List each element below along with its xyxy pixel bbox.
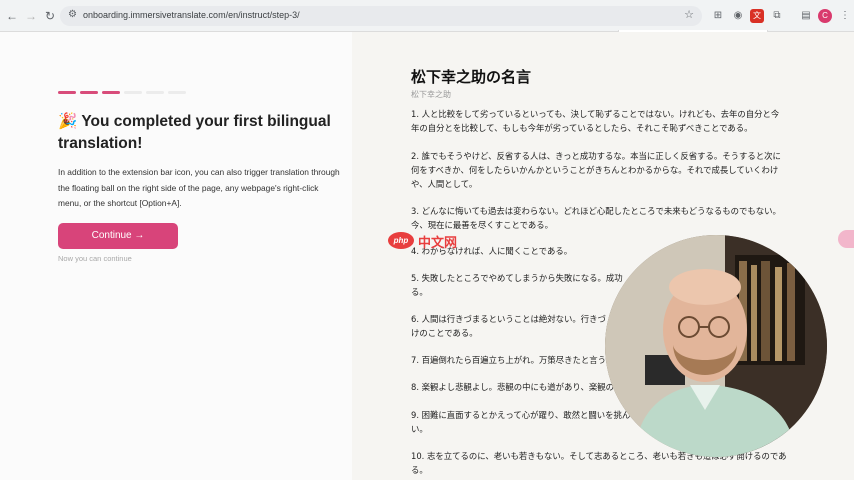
profile-avatar[interactable]: C	[818, 9, 832, 23]
party-popper-icon: 🎉	[58, 113, 78, 130]
page-title: 🎉 You completed your first bilingual tra…	[58, 111, 338, 155]
webcam-feed-image	[605, 235, 827, 457]
progress-step	[102, 91, 120, 94]
continue-button[interactable]: Continue →	[58, 223, 178, 249]
progress-step	[80, 91, 98, 94]
address-bar[interactable]: ⚙ onboarding.immersivetranslate.com/en/i…	[60, 6, 702, 26]
watermark-text: 中文网	[418, 235, 458, 250]
description: In addition to the extension bar icon, y…	[58, 167, 340, 208]
menu-kebab-icon[interactable]: ⋮	[838, 9, 852, 23]
translate-floating-ball[interactable]	[838, 230, 854, 248]
progress-step	[124, 91, 142, 94]
site-info-icon[interactable]: ⚙	[68, 9, 77, 20]
immersive-translate-icon[interactable]: 文	[750, 9, 764, 23]
quote-line: 3. どんなに悔いても過去は変わらない。どれほど心配したところで未来もどうなるも…	[411, 206, 781, 216]
browser-toolbar: ← → ↻ ⚙ onboarding.immersivetranslate.co…	[0, 0, 854, 32]
quote-item: 1. 人と比較をして劣っているといっても、決して恥ずることではない。けれども、去…	[411, 107, 791, 135]
progress-step	[146, 91, 164, 94]
quote-line: 何をすべきか、何をしたらいかんかということがきちんとわかるからな。それで成長して…	[411, 165, 779, 175]
record-icon[interactable]: ◉	[731, 9, 745, 23]
url-text: onboarding.immersivetranslate.com/en/ins…	[83, 10, 300, 20]
back-icon[interactable]: ←	[5, 9, 19, 23]
quote-line: 2. 誰でもそうやけど、反省する人は、きっと成功するな。本当に正しく反省する。そ…	[411, 151, 781, 161]
reload-icon[interactable]: ↻	[43, 9, 57, 23]
step-progress	[58, 81, 190, 99]
title-text: You completed your first bilingual trans…	[58, 113, 331, 152]
watermark-logo: php	[388, 232, 414, 249]
tab-search-icon[interactable]: ▤	[799, 9, 813, 23]
onboarding-panel: 🎉 You completed your first bilingual tra…	[0, 32, 352, 480]
quote-line: や、人間として。	[411, 179, 478, 189]
quote-line: 年の自分とを比較して、もしも今年が劣っているとしたら、それこそ恥ずべきことである…	[411, 123, 753, 133]
presenter-webcam	[605, 235, 827, 457]
extension-icon[interactable]: ⊞	[711, 9, 725, 23]
progress-step	[168, 91, 186, 94]
quote-item: 3. どんなに悔いても過去は変わらない。どれほど心配したところで未来もどうなるも…	[411, 204, 791, 232]
forward-icon[interactable]: →	[24, 9, 38, 23]
extensions-puzzle-icon[interactable]: ⧉	[770, 9, 784, 23]
progress-step	[58, 91, 76, 94]
quote-line: 1. 人と比較をして劣っているといっても、決して恥ずることではない。けれども、去…	[411, 109, 780, 119]
quote-line: 今、現在に最善を尽くすことである。	[411, 220, 554, 230]
article-author: 松下幸之助	[411, 90, 451, 99]
site-watermark: php 中文网	[388, 232, 468, 250]
continue-hint: Now you can continue	[58, 254, 132, 263]
quote-item: 2. 誰でもそうやけど、反省する人は、きっと成功するな。本当に正しく反省する。そ…	[411, 149, 791, 191]
article-title: 松下幸之助の名言	[411, 68, 532, 86]
quote-line: る。	[411, 465, 428, 475]
bookmark-star-icon[interactable]: ☆	[684, 8, 694, 21]
